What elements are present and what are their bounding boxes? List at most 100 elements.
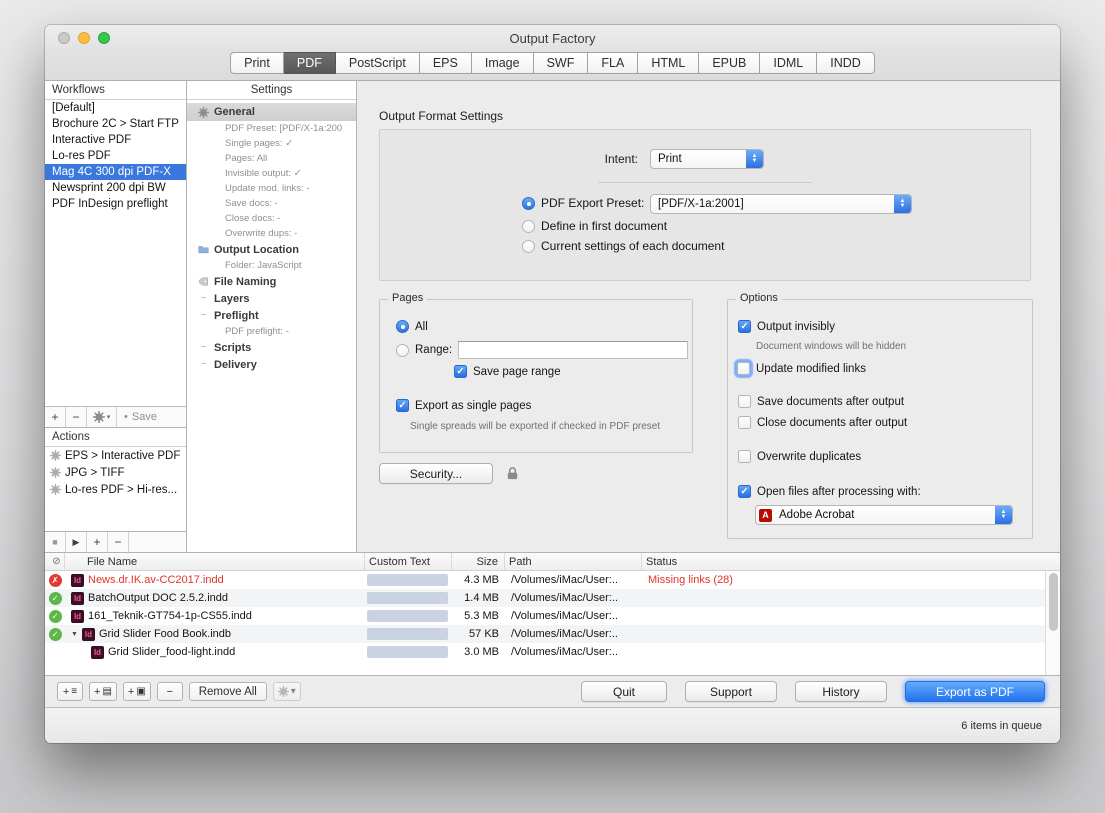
chevron-down-icon: ▾ <box>291 686 296 697</box>
tab-indd[interactable]: INDD <box>817 52 875 74</box>
custom-text-field[interactable] <box>367 592 448 604</box>
tab-image[interactable]: Image <box>472 52 534 74</box>
add-file-button[interactable]: + ▤ <box>89 682 117 701</box>
tab-swf[interactable]: SWF <box>534 52 589 74</box>
settings-section-output-location[interactable]: Output Location <box>187 241 356 258</box>
remove-file-button[interactable]: − <box>157 682 183 701</box>
plus-icon: + <box>128 686 134 698</box>
folder-icon <box>198 244 209 255</box>
action-item[interactable]: JPG > TIFF <box>45 464 186 481</box>
table-row[interactable]: ✗ Id News.dr.IK.av-CC2017.indd 4.3 MB /V… <box>45 571 1060 589</box>
pdf-export-preset-radio[interactable] <box>522 197 535 210</box>
range-input[interactable] <box>458 341 688 359</box>
column-header-custom-text[interactable]: Custom Text <box>365 553 452 570</box>
pages-range-radio[interactable] <box>396 344 409 357</box>
custom-text-field[interactable] <box>367 610 448 622</box>
table-row[interactable]: ✓ ▼ Id Grid Slider Food Book.indb 57 KB … <box>45 625 1060 643</box>
close-button[interactable] <box>58 32 70 44</box>
column-header-path[interactable]: Path <box>505 553 642 570</box>
table-row[interactable]: Id Grid Slider_food-light.indd 3.0 MB /V… <box>45 643 1060 661</box>
column-header-filename[interactable]: File Name <box>65 553 365 570</box>
indesign-file-icon: Id <box>71 574 84 587</box>
minimize-button[interactable] <box>78 32 90 44</box>
table-scrollbar[interactable] <box>1045 571 1060 675</box>
tab-html[interactable]: HTML <box>638 52 699 74</box>
support-button[interactable]: Support <box>685 681 777 702</box>
settings-section-general[interactable]: General <box>187 103 356 121</box>
add-folder-button[interactable]: + ▣ <box>123 682 151 701</box>
pages-all-radio[interactable] <box>396 320 409 333</box>
options-legend: Options <box>736 292 782 304</box>
tab-idml[interactable]: IDML <box>760 52 817 74</box>
remove-all-button[interactable]: Remove All <box>189 682 267 701</box>
export-single-pages-checkbox[interactable]: ✓ <box>396 399 409 412</box>
custom-text-field[interactable] <box>367 646 448 658</box>
workflow-item-selected[interactable]: Mag 4C 300 dpi PDF-X <box>45 164 186 180</box>
plus-icon: + <box>94 686 100 698</box>
output-invisibly-checkbox[interactable]: ✓ <box>738 320 751 333</box>
save-workflow-button[interactable]: • Save <box>117 407 186 427</box>
settings-section-scripts[interactable]: − Scripts <box>187 339 356 356</box>
history-button[interactable]: History <box>795 681 887 702</box>
define-first-doc-radio[interactable] <box>522 220 535 233</box>
custom-text-field[interactable] <box>367 574 448 586</box>
column-header-size[interactable]: Size <box>452 553 505 570</box>
current-settings-radio[interactable] <box>522 240 535 253</box>
workflow-item[interactable]: [Default] <box>45 100 186 116</box>
workflow-item[interactable]: Brochure 2C > Start FTP <box>45 116 186 132</box>
tab-postscript[interactable]: PostScript <box>336 52 420 74</box>
add-with-options-button[interactable]: + ≡ <box>57 682 83 701</box>
action-item[interactable]: Lo-res PDF > Hi-res... <box>45 481 186 498</box>
tab-pdf[interactable]: PDF <box>284 52 336 74</box>
table-row[interactable]: ✓ Id 161_Teknik-GT754-1p-CS55.indd 5.3 M… <box>45 607 1060 625</box>
table-header: ⊘ File Name Custom Text Size Path Status <box>45 553 1060 571</box>
column-header-status-icon[interactable]: ⊘ <box>45 553 65 570</box>
save-documents-checkbox[interactable] <box>738 395 751 408</box>
security-button[interactable]: Security... <box>379 463 493 484</box>
chevron-down-icon: ▾ <box>107 413 111 421</box>
zoom-button[interactable] <box>98 32 110 44</box>
add-workflow-button[interactable]: + <box>45 407 66 427</box>
settings-summary-item: Pages: All <box>187 151 356 166</box>
run-action-button[interactable]: ▶ <box>66 532 87 552</box>
file-gear-menu[interactable]: ▾ <box>273 682 301 701</box>
intent-popup[interactable]: Print ▲ ▼ <box>650 149 764 169</box>
workflow-item[interactable]: PDF InDesign preflight <box>45 196 186 212</box>
settings-section-layers[interactable]: − Layers <box>187 290 356 307</box>
remove-workflow-button[interactable]: − <box>66 407 87 427</box>
tab-fla[interactable]: FLA <box>588 52 638 74</box>
table-row[interactable]: ✓ Id BatchOutput DOC 2.5.2.indd 1.4 MB /… <box>45 589 1060 607</box>
overwrite-duplicates-checkbox[interactable] <box>738 450 751 463</box>
stop-action-button[interactable]: ■ <box>45 532 66 552</box>
action-item[interactable]: EPS > Interactive PDF <box>45 447 186 464</box>
update-modified-links-checkbox[interactable] <box>737 362 750 375</box>
settings-section-delivery[interactable]: − Delivery <box>187 356 356 373</box>
save-page-range-checkbox[interactable]: ✓ <box>454 365 467 378</box>
tab-eps[interactable]: EPS <box>420 52 472 74</box>
workflow-gear-menu[interactable]: ▾ <box>87 407 117 427</box>
disclosure-triangle-icon[interactable]: ▼ <box>71 631 78 638</box>
workflow-item[interactable]: Newsprint 200 dpi BW <box>45 180 186 196</box>
column-header-status[interactable]: Status <box>642 553 1045 570</box>
pdf-preset-popup[interactable]: [PDF/X-1a:2001] ▲ ▼ <box>650 194 912 214</box>
open-with-popup[interactable]: A Adobe Acrobat ▲ ▼ <box>755 505 1013 525</box>
workflow-item[interactable]: Interactive PDF <box>45 132 186 148</box>
add-action-button[interactable]: + <box>87 532 108 552</box>
export-as-pdf-button[interactable]: Export as PDF <box>905 681 1045 702</box>
section-label: Layers <box>214 293 249 305</box>
file-size: 3.0 MB <box>452 646 505 658</box>
close-documents-checkbox[interactable] <box>738 416 751 429</box>
settings-section-preflight[interactable]: − Preflight <box>187 307 356 324</box>
tab-print[interactable]: Print <box>230 52 284 74</box>
workflow-item[interactable]: Lo-res PDF <box>45 148 186 164</box>
settings-header: Settings <box>187 81 356 100</box>
tab-epub[interactable]: EPUB <box>699 52 760 74</box>
scrollbar-thumb[interactable] <box>1049 573 1058 631</box>
quit-button[interactable]: Quit <box>581 681 667 702</box>
settings-section-file-naming[interactable]: File Naming <box>187 273 356 290</box>
actions-toolbar: ■ ▶ + − <box>45 531 186 552</box>
remove-action-button[interactable]: − <box>108 532 129 552</box>
custom-text-field[interactable] <box>367 628 448 640</box>
open-files-after-checkbox[interactable]: ✓ <box>738 485 751 498</box>
export-single-pages-label: Export as single pages <box>415 400 531 412</box>
